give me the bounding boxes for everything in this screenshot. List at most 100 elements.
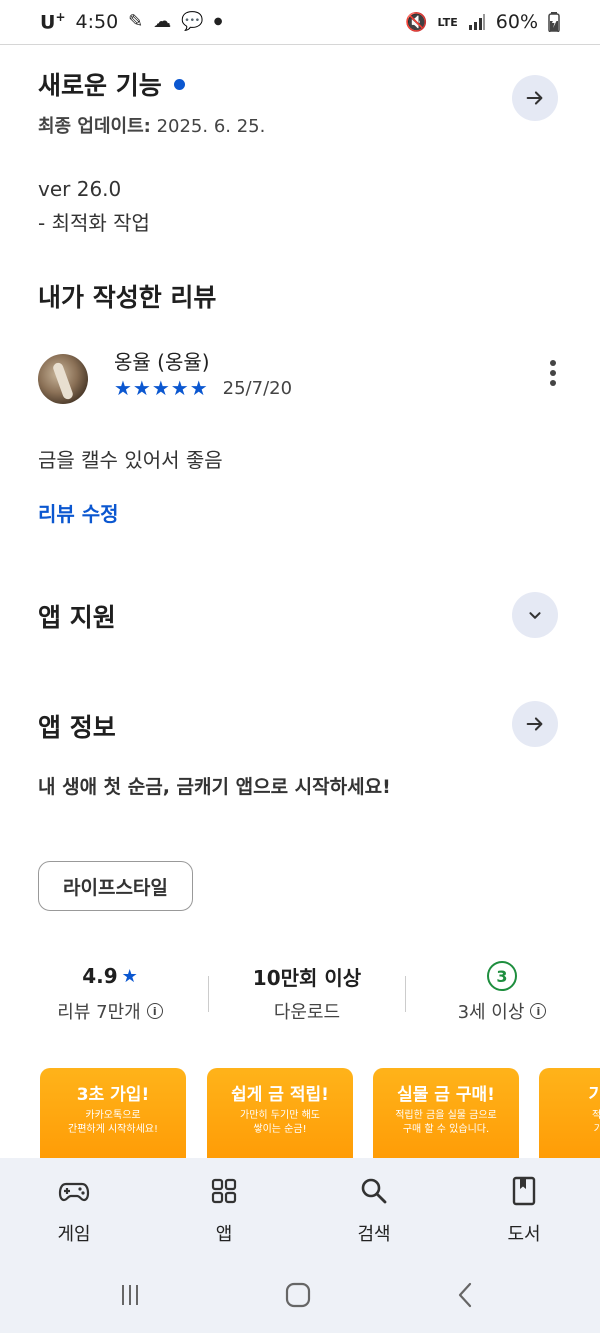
app-support-title: 앱 지원 — [38, 603, 116, 632]
screenshot-title: 쉽게 금 적립! — [231, 1085, 329, 1105]
screenshot-card[interactable]: 실물 금 구매! 적립한 금을 실물 금으로 구매 할 수 있습니다. — [373, 1068, 519, 1168]
arrow-right-icon — [526, 717, 543, 731]
screenshot-card[interactable]: 쉽게 금 적립! 가만히 두기만 해도 쌓이는 순금! — [207, 1068, 353, 1168]
last-updated: 최종 업데이트: 2025. 6. 25. — [38, 112, 562, 138]
notification-cloud-icon: ☁ — [153, 11, 172, 33]
age-rating-label: 3세 이상 — [457, 1002, 525, 1023]
info-icon: i — [146, 1003, 163, 1019]
new-indicator-dot — [173, 78, 185, 90]
bottom-navigation: 게임 앱 검색 도서 — [0, 1158, 600, 1258]
signal-icon — [468, 14, 485, 30]
nav-search-label: 검색 — [357, 1224, 391, 1245]
status-left: U+ 4:50 ✎ ☁ 💬 ● — [40, 10, 222, 33]
downloads-label: 다운로드 — [273, 1002, 341, 1023]
rating-value: 4.9 — [82, 964, 118, 988]
app-info-row[interactable]: 앱 정보 — [38, 702, 562, 750]
screenshot-title: 실물 금 구매! — [397, 1085, 495, 1105]
avatar — [38, 354, 88, 404]
nav-apps[interactable]: 앱 — [164, 1174, 284, 1246]
my-review-title: 내가 작성한 리뷰 — [38, 283, 217, 312]
downloads-stat: 10만회 이상 다운로드 — [217, 956, 397, 1024]
back-button[interactable] — [446, 1280, 486, 1310]
stat-divider — [208, 976, 209, 1012]
nav-search[interactable]: 검색 — [314, 1174, 434, 1246]
category-chip[interactable]: 라이프스타일 — [38, 861, 193, 911]
age-rating-top: 3 — [412, 956, 592, 996]
status-bar: U+ 4:50 ✎ ☁ 💬 ● 🔇 LTE 60% — [0, 0, 600, 44]
apps-grid-icon — [211, 1178, 237, 1204]
rating-stat-bottom: 리뷰 7만개 i — [20, 998, 200, 1024]
system-navigation-bar — [0, 1258, 600, 1333]
reviewer-name: 옹율 (옹율) — [114, 350, 210, 374]
recent-apps-icon — [122, 1285, 138, 1305]
rating-stat[interactable]: 4.9 ★ 리뷰 7만개 i — [20, 956, 200, 1024]
review-more-options-button[interactable] — [550, 360, 556, 386]
status-right: 🔇 LTE 60% — [405, 11, 560, 33]
more-vert-icon — [550, 360, 556, 366]
app-stats: 4.9 ★ 리뷰 7만개 i 10만회 이상 다운로드 3 3세 이상 i — [0, 956, 600, 1036]
app-info-arrow-button[interactable] — [512, 701, 558, 747]
battery-percent: 60% — [495, 11, 538, 33]
star-rating: ★★★★★ — [114, 376, 209, 400]
search-icon — [361, 1178, 387, 1204]
app-tagline: 내 생애 첫 순금, 금캐기 앱으로 시작하세요! — [38, 776, 391, 798]
home-button[interactable] — [278, 1280, 318, 1310]
battery-charging-icon — [548, 12, 560, 32]
network-type: LTE — [437, 15, 458, 29]
screenshot-card[interactable]: 3초 가입! 카카오톡으로 간편하게 시작하세요! — [40, 1068, 186, 1168]
arrow-right-icon — [526, 91, 543, 105]
review-text: 금을 캘수 있어서 좋음 — [38, 448, 223, 472]
notification-more-dot-icon: ● — [213, 16, 223, 28]
screenshot-subtitle: 적립한 금기프티콘 — [592, 1110, 600, 1135]
release-note-line: - 최적화 작업 — [38, 211, 150, 235]
book-icon — [512, 1176, 536, 1206]
screenshot-carousel[interactable]: 3초 가입! 카카오톡으로 간편하게 시작하세요! 쉽게 금 적립! 가만히 두기… — [40, 1068, 600, 1168]
whats-new-arrow-button[interactable] — [512, 75, 558, 121]
whats-new-title-row: 새로운 기능 — [38, 66, 562, 102]
notification-chat-icon: 💬 — [181, 11, 204, 33]
clock: 4:50 — [75, 10, 119, 33]
age-rating-badge: 3 — [487, 961, 517, 991]
reviewer-row: 옹율 (옹율) ★★★★★ 25/7/20 — [38, 350, 562, 412]
last-updated-label: 최종 업데이트: — [38, 116, 151, 137]
edit-review-link[interactable]: 리뷰 수정 — [38, 498, 119, 527]
review-rating-row: ★★★★★ 25/7/20 — [114, 376, 292, 400]
nav-games-label: 게임 — [57, 1224, 91, 1245]
screenshot-subtitle: 카카오톡으로 간편하게 시작하세요! — [68, 1110, 158, 1135]
app-support-expand-button[interactable] — [512, 592, 558, 638]
gamepad-icon — [58, 1182, 90, 1202]
last-updated-value: 2025. 6. 25. — [156, 116, 266, 137]
nav-books[interactable]: 도서 — [464, 1174, 584, 1246]
reviews-count: 리뷰 7만개 — [57, 1002, 141, 1023]
whats-new-title: 새로운 기능 — [38, 71, 162, 100]
app-info-title: 앱 정보 — [38, 713, 116, 742]
back-icon — [458, 1282, 472, 1308]
age-rating-stat[interactable]: 3 3세 이상 i — [412, 956, 592, 1024]
screenshot-title: 3초 가입! — [76, 1085, 150, 1105]
mute-icon: 🔇 — [405, 11, 428, 33]
status-divider — [0, 44, 600, 45]
rating-stat-top: 4.9 ★ — [20, 956, 200, 996]
notification-pen-icon: ✎ — [128, 11, 144, 33]
chevron-down-icon — [529, 612, 541, 619]
home-icon — [285, 1282, 311, 1308]
nav-games[interactable]: 게임 — [14, 1174, 134, 1246]
stat-divider — [405, 976, 406, 1012]
release-notes: ver 26.0 - 최적화 작업 — [38, 172, 562, 240]
carrier-label: U+ — [40, 10, 66, 34]
screenshot-subtitle: 가만히 두기만 해도 쌓이는 순금! — [240, 1110, 320, 1135]
info-icon: i — [530, 1003, 547, 1019]
app-support-row[interactable]: 앱 지원 — [38, 592, 562, 640]
review-date: 25/7/20 — [222, 377, 293, 399]
my-review-section: 내가 작성한 리뷰 옹율 (옹율) ★★★★★ 25/7/20 금을 캘수 있어… — [38, 278, 562, 526]
screenshot-card[interactable]: 기프티 적립한 금기프티콘 — [539, 1068, 600, 1168]
star-icon: ★ — [121, 965, 138, 987]
age-rating-bottom: 3세 이상 i — [412, 998, 592, 1024]
recent-apps-button[interactable] — [110, 1280, 150, 1310]
screenshot-subtitle: 적립한 금을 실물 금으로 구매 할 수 있습니다. — [395, 1110, 497, 1135]
whats-new-section: 새로운 기능 최종 업데이트: 2025. 6. 25. ver 26.0 - … — [38, 66, 562, 236]
screenshot-title: 기프티 — [588, 1085, 600, 1105]
downloads-number: 10만회 이상 — [252, 965, 362, 990]
nav-books-label: 도서 — [507, 1224, 541, 1245]
nav-apps-label: 앱 — [215, 1224, 233, 1245]
